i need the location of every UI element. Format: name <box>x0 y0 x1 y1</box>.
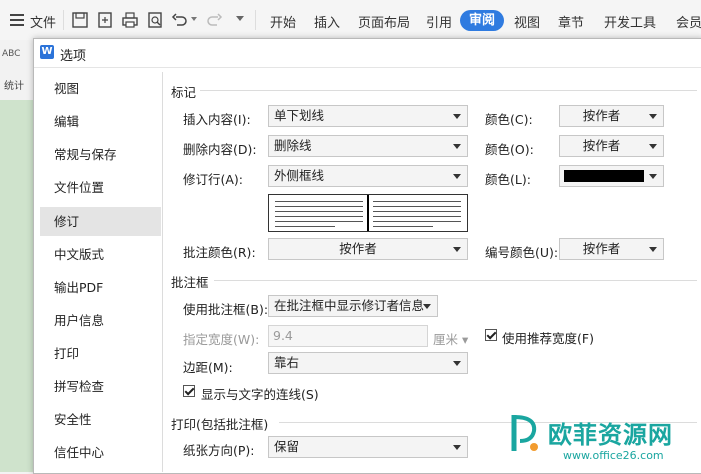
section-printing-title: 打印(包括批注框) <box>171 417 269 432</box>
chevron-down-icon <box>453 361 461 366</box>
recommend-width-label: 使用推荐宽度(F) <box>502 331 594 346</box>
undo-dropdown-icon[interactable] <box>191 17 197 21</box>
menu-icon[interactable] <box>8 11 26 29</box>
options-nav: 视图 编辑 常规与保存 文件位置 修订 中文版式 输出PDF 用户信息 打印 拼… <box>40 72 161 472</box>
chevron-down-icon <box>453 114 461 119</box>
tab-insert[interactable]: 插入 <box>314 12 340 31</box>
color-swatch <box>564 170 644 182</box>
export-pdf-icon[interactable] <box>96 11 114 29</box>
nav-item-revisions[interactable]: 修订 <box>40 207 161 236</box>
print-icon[interactable] <box>121 11 139 29</box>
section-balloons-title: 批注框 <box>171 275 209 290</box>
tab-page-layout[interactable]: 页面布局 <box>358 12 410 31</box>
tab-view[interactable]: 视图 <box>514 12 540 31</box>
number-color-select[interactable]: 按作者 <box>559 238 664 260</box>
revline-color-select[interactable] <box>559 165 664 187</box>
chevron-down-icon <box>649 174 657 179</box>
divider <box>255 10 256 30</box>
save-icon[interactable] <box>71 11 89 29</box>
comment-color-select[interactable]: 按作者 <box>268 238 468 260</box>
section-divider <box>200 90 697 91</box>
nav-item-trust-center[interactable]: 信任中心 <box>40 438 161 467</box>
chevron-down-icon <box>649 114 657 119</box>
nav-item-chinese-layout[interactable]: 中文版式 <box>40 240 161 269</box>
width-label: 指定宽度(W): <box>183 332 260 347</box>
margin-label: 边距(M): <box>183 360 233 375</box>
watermark-text: 欧菲资源网 <box>548 421 673 449</box>
tab-references[interactable]: 引用 <box>426 12 452 31</box>
orientation-select[interactable]: 保留 <box>268 436 468 458</box>
width-input[interactable]: 9.4 <box>268 325 428 347</box>
nav-item-view[interactable]: 视图 <box>40 74 161 103</box>
tab-member[interactable]: 会员 <box>676 12 701 31</box>
comment-color-label: 批注颜色(R): <box>183 245 256 260</box>
nav-item-spell-check[interactable]: 拼写检查 <box>40 372 161 401</box>
chevron-down-icon <box>453 174 461 179</box>
nav-item-export-pdf[interactable]: 输出PDF <box>40 273 161 302</box>
tab-developer[interactable]: 开发工具 <box>604 12 656 31</box>
dialog-title: 选项 <box>60 49 87 64</box>
nav-item-edit[interactable]: 编辑 <box>40 107 161 136</box>
nav-item-print[interactable]: 打印 <box>40 339 161 368</box>
revline-color-label: 颜色(L): <box>485 172 531 187</box>
delete-color-label: 颜色(O): <box>485 142 534 157</box>
show-lines-label: 显示与文字的连线(S) <box>201 387 319 402</box>
chevron-down-icon <box>453 247 461 252</box>
recommend-width-checkbox[interactable] <box>485 329 497 341</box>
delete-label: 删除内容(D): <box>183 142 257 157</box>
margin-select[interactable]: 靠右 <box>268 352 468 374</box>
chevron-down-icon <box>649 247 657 252</box>
ribbon-toolbar: 文件 开始 插入 页面布局 引用 审阅 视图 章节 开发工具 会员 <box>0 0 701 41</box>
revline-style-select[interactable]: 外侧框线 <box>268 165 468 187</box>
site-watermark: 欧菲资源网 www.office26.com <box>500 405 701 472</box>
number-color-label: 编号颜色(U): <box>485 245 559 260</box>
chevron-down-icon <box>453 144 461 149</box>
nav-item-user-info[interactable]: 用户信息 <box>40 306 161 335</box>
section-markup-title: 标记 <box>171 85 197 100</box>
delete-color-select[interactable]: 按作者 <box>559 135 664 157</box>
watermark-logo <box>511 415 538 451</box>
insert-color-label: 颜色(C): <box>485 112 533 127</box>
wps-logo-icon: W <box>40 45 54 59</box>
preview-change-bar <box>367 195 369 231</box>
redo-icon <box>207 13 223 26</box>
tab-review[interactable]: 审阅 <box>460 10 504 31</box>
delete-style-select[interactable]: 删除线 <box>268 135 468 157</box>
section-divider <box>214 280 697 281</box>
watermark-url: www.office26.com <box>563 449 664 462</box>
nav-item-general-save[interactable]: 常规与保存 <box>40 140 161 169</box>
show-lines-checkbox[interactable] <box>183 385 195 397</box>
orientation-label: 纸张方向(P): <box>183 443 255 458</box>
document-background <box>0 100 35 472</box>
insert-style-select[interactable]: 单下划线 <box>268 105 468 127</box>
chevron-down-icon <box>453 445 461 450</box>
undo-icon[interactable] <box>171 11 189 29</box>
nav-item-file-location[interactable]: 文件位置 <box>40 173 161 202</box>
divider <box>63 10 64 30</box>
tab-home[interactable]: 开始 <box>270 12 296 31</box>
nav-divider <box>162 72 163 472</box>
use-balloons-select[interactable]: 在批注框中显示修订者信息 <box>268 295 438 317</box>
markup-preview <box>268 194 468 232</box>
word-count-label[interactable]: 统计 <box>4 77 24 92</box>
chevron-down-icon <box>423 304 431 309</box>
chevron-down-icon <box>649 144 657 149</box>
file-menu[interactable]: 文件 <box>30 12 56 31</box>
customize-toolbar-icon[interactable] <box>236 16 244 21</box>
nav-item-security[interactable]: 安全性 <box>40 405 161 434</box>
insert-label: 插入内容(I): <box>183 112 251 127</box>
width-unit-select[interactable]: 厘米 ▾ <box>433 329 468 348</box>
print-preview-icon[interactable] <box>146 11 164 29</box>
spell-check-icon: ABC <box>2 49 21 59</box>
tab-sections[interactable]: 章节 <box>558 12 584 31</box>
insert-color-select[interactable]: 按作者 <box>559 105 664 127</box>
revline-label: 修订行(A): <box>183 172 244 187</box>
dialog-titlebar[interactable]: W 选项 <box>34 39 701 68</box>
use-balloons-label: 使用批注框(B): <box>183 302 269 317</box>
